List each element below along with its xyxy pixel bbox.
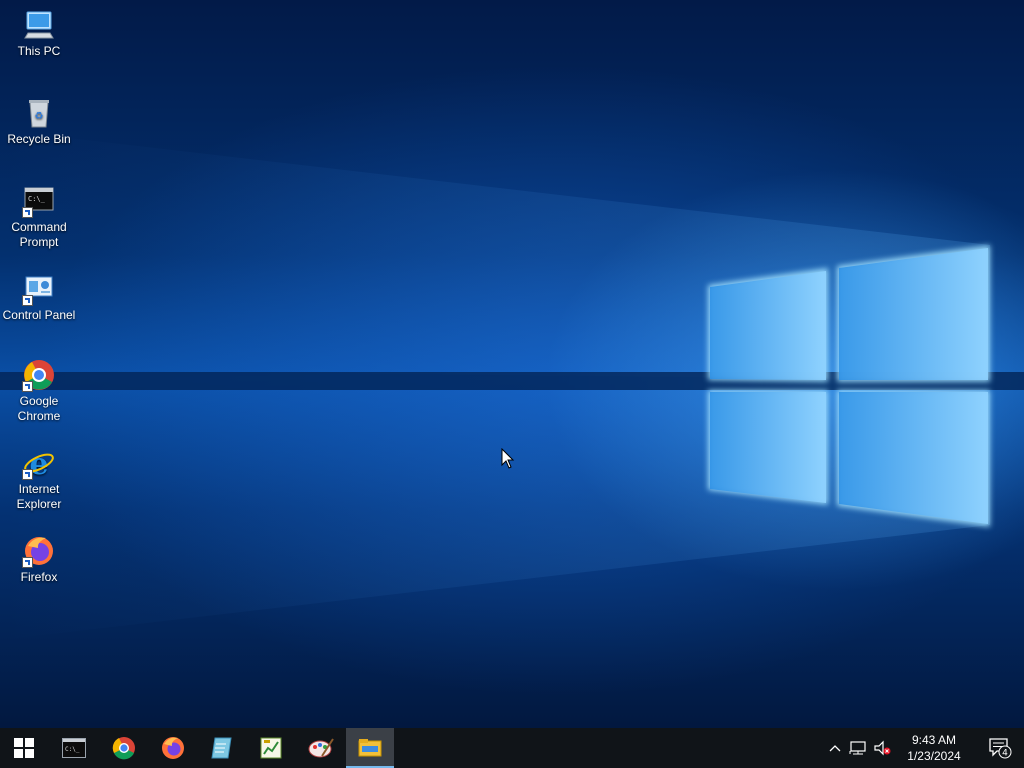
- firefox-icon: [162, 737, 184, 759]
- clock[interactable]: 9:43 AM 1/23/2024: [894, 728, 974, 768]
- svg-text:C:\_: C:\_: [28, 195, 46, 203]
- windows-logo-icon: [14, 738, 34, 758]
- taskbar: C:\_ 9:43 AM 1/23/2024 4: [0, 728, 1024, 768]
- svg-text:♻: ♻: [35, 111, 44, 122]
- svg-text:C:\_: C:\_: [65, 746, 80, 753]
- desktop-icon-command-prompt[interactable]: C:\_ Command Prompt: [0, 184, 78, 250]
- network-button[interactable]: [846, 728, 870, 768]
- chrome-icon: [112, 737, 135, 760]
- system-tray: 9:43 AM 1/23/2024 4: [824, 728, 1024, 768]
- desktop-icon-label: This PC: [17, 44, 61, 58]
- desktop-icon-firefox[interactable]: Firefox: [0, 534, 78, 585]
- desktop-icon-this-pc[interactable]: This PC: [0, 8, 78, 59]
- chevron-up-icon: [829, 745, 841, 752]
- command-prompt-icon: C:\_: [62, 738, 86, 758]
- start-button[interactable]: [0, 728, 48, 768]
- desktop-icon-label: Command Prompt: [11, 220, 67, 249]
- show-hidden-icons-button[interactable]: [824, 728, 846, 768]
- taskbar-notepad[interactable]: [198, 728, 246, 768]
- action-center-button[interactable]: 4: [980, 728, 1020, 768]
- computer-icon: [22, 8, 56, 42]
- internet-explorer-icon: e: [22, 446, 56, 482]
- volume-muted-icon: [874, 740, 891, 756]
- desktop-icon-google-chrome[interactable]: Google Chrome: [0, 358, 78, 424]
- clock-date: 1/23/2024: [907, 749, 961, 763]
- control-panel-icon: [22, 272, 56, 306]
- network-icon: [849, 741, 866, 755]
- command-prompt-icon: C:\_: [22, 184, 56, 218]
- wallpaper: [0, 130, 1024, 640]
- desktop-icon-label: Control Panel: [2, 308, 76, 322]
- desktop[interactable]: This PC ♻ Recycle Bin C:\_ Command Promp…: [0, 0, 1024, 728]
- firefox-icon: [22, 534, 56, 568]
- notification-count-badge: 4: [1002, 749, 1008, 759]
- taskbar-paint[interactable]: [297, 728, 345, 768]
- taskbar-chrome[interactable]: [100, 728, 148, 768]
- recycle-bin-icon: ♻: [22, 96, 56, 130]
- desktop-icon-label: Recycle Bin: [7, 132, 71, 146]
- spreadsheet-icon: [260, 737, 282, 759]
- desktop-icon-internet-explorer[interactable]: e Internet Explorer: [0, 446, 78, 512]
- volume-button[interactable]: [870, 728, 894, 768]
- paint-icon: [308, 738, 334, 758]
- desktop-icon-label: Internet Explorer: [16, 482, 62, 511]
- taskbar-command-prompt[interactable]: C:\_: [50, 728, 98, 768]
- desktop-icon-control-panel[interactable]: Control Panel: [0, 272, 78, 323]
- file-explorer-icon: [358, 739, 382, 757]
- mouse-cursor-icon: [501, 448, 515, 469]
- clock-time: 9:43 AM: [911, 733, 956, 747]
- desktop-icon-recycle-bin[interactable]: ♻ Recycle Bin: [0, 96, 78, 147]
- desktop-icon-label: Google Chrome: [17, 394, 61, 423]
- taskbar-file-explorer[interactable]: [346, 728, 394, 768]
- notification-icon: 4: [989, 738, 1012, 759]
- notepad-icon: [211, 737, 232, 759]
- desktop-icon-label: Firefox: [20, 570, 58, 584]
- taskbar-firefox[interactable]: [149, 728, 197, 768]
- chrome-icon: [22, 358, 56, 392]
- taskbar-spreadsheet[interactable]: [247, 728, 295, 768]
